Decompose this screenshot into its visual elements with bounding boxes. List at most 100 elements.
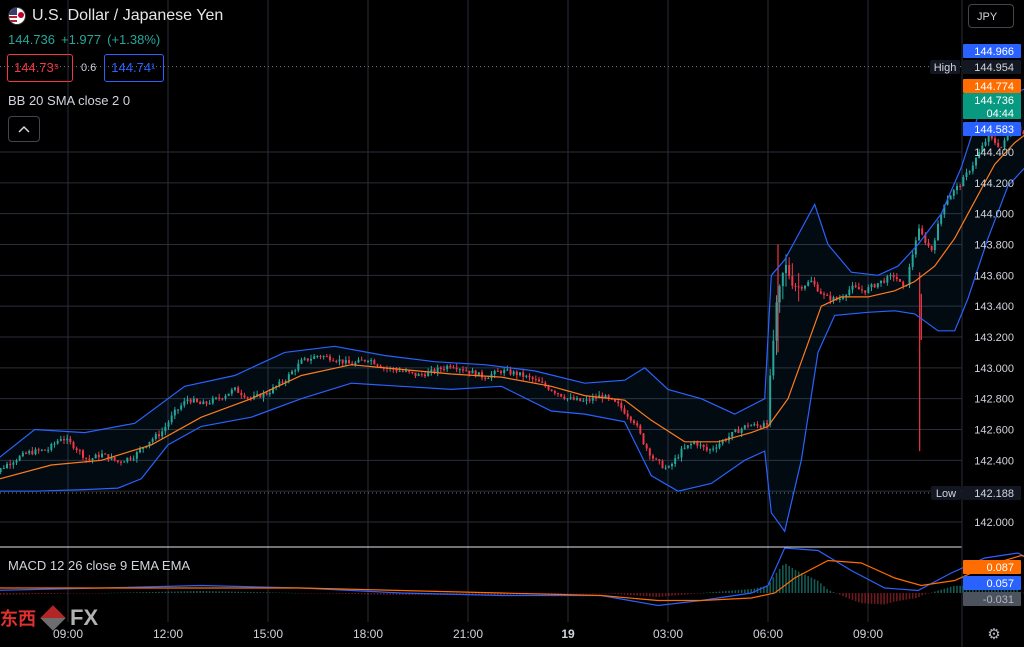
candle-body	[75, 448, 78, 451]
macd-histogram-bar	[98, 593, 100, 594]
macd-histogram-bar	[940, 589, 942, 593]
candle-body	[154, 434, 157, 439]
candle-body	[455, 367, 458, 370]
candle-body	[747, 425, 749, 427]
extreme-label-text: High	[934, 62, 957, 74]
macd-histogram-bar	[943, 588, 946, 593]
usd-jpy-flag-icon	[8, 7, 26, 25]
macd-histogram-bar	[645, 593, 648, 597]
macd-histogram-bar	[560, 593, 562, 594]
macd-histogram-bar	[674, 593, 676, 596]
candle-body	[880, 280, 882, 284]
candle-body	[319, 355, 322, 357]
candle-body	[683, 447, 686, 449]
macd-histogram-bar	[592, 593, 594, 594]
macd-histogram-bar	[826, 589, 828, 593]
candle-body	[376, 364, 379, 366]
candle-body	[918, 228, 920, 241]
candle-body	[715, 447, 718, 449]
candle-body	[975, 158, 977, 166]
macd-histogram-bar	[937, 590, 939, 593]
currency-button[interactable]: JPY	[968, 4, 1014, 28]
collapse-button[interactable]	[8, 116, 40, 142]
candle-body	[420, 374, 423, 376]
time-tick-label: 18:00	[353, 627, 383, 641]
candle-body	[772, 340, 775, 376]
candle-body	[186, 399, 189, 402]
candle-body	[69, 438, 72, 443]
candle-body	[417, 374, 420, 377]
chart-canvas[interactable]: 142.000142.200142.400142.600142.800143.0…	[0, 0, 1024, 647]
macd-histogram-bar	[237, 591, 239, 593]
sell-button[interactable]: 144.73⁵	[7, 54, 73, 82]
candle-body	[31, 450, 34, 455]
macd-histogram-bar	[322, 593, 325, 594]
macd-histogram-bar	[788, 565, 790, 593]
candle-body	[177, 409, 179, 411]
price-tick-label: 142.600	[974, 425, 1014, 437]
macd-histogram-bar	[196, 591, 198, 593]
symbol-header[interactable]: U.S. Dollar / Japanese Yen	[8, 7, 223, 25]
candle-body	[424, 374, 426, 377]
candle-body	[335, 360, 338, 362]
time-tick-label: 03:00	[653, 627, 683, 641]
candle-body	[702, 444, 705, 448]
macd-histogram-bar	[28, 593, 30, 595]
candle-body	[322, 356, 325, 358]
macd-histogram-bar	[123, 592, 125, 594]
candle-body	[899, 279, 901, 282]
candle-body	[300, 359, 303, 364]
macd-histogram-bar	[307, 593, 309, 594]
macd-histogram-bar	[557, 593, 559, 594]
macd-histogram-bar	[699, 593, 702, 594]
macd-histogram-bar	[148, 592, 151, 593]
macd-histogram-bar	[139, 592, 141, 593]
candle-body	[791, 276, 794, 286]
macd-histogram-bar	[297, 592, 300, 594]
macd-histogram-bar	[155, 591, 157, 593]
candle-body	[101, 453, 103, 458]
candle-body	[965, 172, 968, 177]
macd-histogram-bar	[569, 593, 572, 594]
price-tick-label: 143.400	[974, 301, 1014, 313]
buy-button[interactable]: 144.74¹	[104, 54, 165, 82]
candle-body	[18, 456, 21, 461]
bb-indicator-label[interactable]: BB 20 SMA close 2 0	[8, 93, 130, 108]
candle-body	[306, 358, 309, 361]
candle-body	[680, 448, 683, 458]
macd-histogram-bar	[335, 593, 338, 594]
price-tick-label: 143.000	[974, 363, 1014, 375]
macd-histogram-bar	[262, 592, 265, 593]
time-axis[interactable]: 09:00 12:00 15:00 18:00 21:00 19 03:00 06:00 09:…	[53, 627, 883, 641]
candle-body	[509, 369, 512, 375]
candle-body	[164, 426, 167, 432]
symbol-title: U.S. Dollar / Japanese Yen	[32, 7, 224, 24]
candle-body	[851, 285, 854, 290]
candle-body	[994, 138, 996, 143]
macd-histogram-bar	[801, 573, 803, 593]
price-tag-countdown: 04:44	[986, 108, 1014, 120]
candle-body	[88, 458, 91, 460]
macd-histogram-bar	[269, 592, 271, 593]
macd-histogram-bar	[579, 593, 581, 594]
macd-histogram-bar	[658, 593, 661, 597]
macd-histogram-bar	[180, 591, 182, 593]
macd-pane	[0, 547, 1024, 607]
gear-icon[interactable]: ⚙	[985, 625, 1003, 643]
macd-histogram-bar	[313, 593, 315, 594]
price-tick-label: 143.800	[974, 240, 1014, 252]
macd-histogram-bar	[22, 593, 24, 595]
macd-histogram-bar	[877, 593, 879, 605]
macd-indicator-label[interactable]: MACD 12 26 close 9 EMA EMA	[8, 558, 190, 573]
candle-body	[984, 141, 987, 146]
macd-histogram-bar	[810, 577, 813, 593]
candle-body	[908, 266, 911, 286]
candle-body	[47, 449, 50, 451]
macd-histogram-bar	[227, 591, 230, 593]
macd-histogram-bar	[911, 593, 914, 599]
macd-histogram-bar	[769, 582, 771, 593]
candle-body	[709, 449, 711, 451]
candle-body	[937, 223, 939, 241]
macd-histogram-bar	[696, 593, 699, 594]
macd-histogram-bar	[744, 589, 746, 593]
